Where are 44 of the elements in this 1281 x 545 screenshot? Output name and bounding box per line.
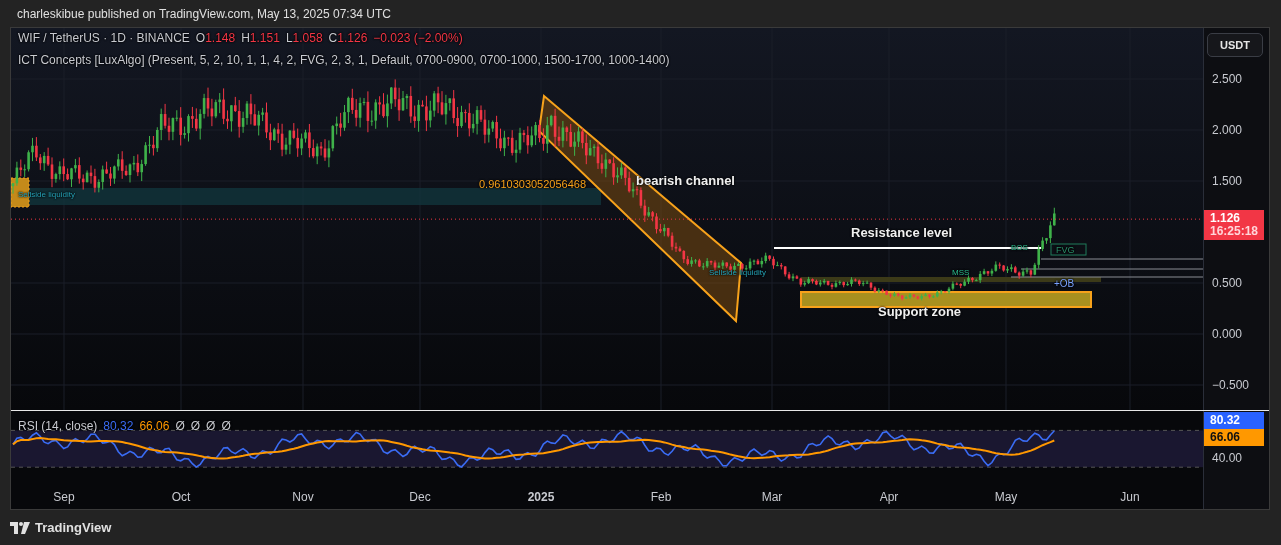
rsi-tick: 40.00 bbox=[1212, 451, 1243, 466]
chart-label: 0.9610303052056468 bbox=[479, 178, 587, 191]
time-label: Nov bbox=[292, 490, 314, 505]
price-change: −0.023 (−2.00%) bbox=[373, 31, 463, 45]
logo-text: TradingView bbox=[35, 520, 112, 535]
rsi-average: 66.06 bbox=[139, 419, 170, 434]
time-label: Feb bbox=[650, 490, 672, 505]
price-tick: 2.000 bbox=[1212, 123, 1243, 137]
currency-button[interactable]: USDT bbox=[1207, 33, 1263, 57]
chart-label: +OB bbox=[1054, 278, 1075, 290]
ohlc-value: O1.148 bbox=[195, 31, 236, 45]
symbol-title: WIF / TetherUS · 1D · BINANCE bbox=[18, 31, 190, 45]
empty-value: Ø bbox=[190, 419, 201, 434]
publish-info: charleskibue published on TradingView.com, May 13, 2025 07:34 UTC bbox=[17, 6, 391, 21]
price-tick: −0.500 bbox=[1212, 378, 1250, 392]
time-label: 2025 bbox=[527, 490, 555, 505]
last-price: 1.126 bbox=[1210, 212, 1242, 226]
ohlc-value: L1.058 bbox=[285, 31, 323, 45]
time-label: May bbox=[994, 490, 1018, 505]
chart-label: FVG bbox=[1056, 245, 1075, 256]
time-label: Dec bbox=[409, 490, 431, 505]
chart-label: Support zone bbox=[878, 305, 962, 320]
empty-value: Ø bbox=[206, 419, 216, 434]
indicator-title: ICT Concepts [LuxAlgo] (Present, 5, 2, 10, 1, 1, 4, 2, FVG, 2, 3, 1, Default, 0700-0900, 0700-1000, 1500-1700, 1000-1400) bbox=[18, 53, 670, 67]
empty-value: Ø bbox=[175, 419, 185, 434]
time-label: Mar bbox=[761, 490, 783, 505]
price-tick: 0.000 bbox=[1212, 327, 1243, 341]
time-label: Sep bbox=[53, 490, 75, 505]
rsi-tag-value: 80.32 bbox=[1210, 414, 1242, 428]
time-label: Apr bbox=[879, 490, 899, 505]
price-tick: 1.500 bbox=[1212, 174, 1243, 188]
price-tick: 0.500 bbox=[1212, 276, 1243, 290]
time-label: Oct bbox=[171, 490, 191, 505]
ohlc-value: C1.126 bbox=[328, 31, 368, 45]
empty-value: Ø bbox=[221, 419, 231, 434]
rsi-title: RSI (14, close) bbox=[18, 419, 98, 434]
price-tick: 2.500 bbox=[1212, 72, 1243, 86]
rsi-value: 80.32 bbox=[103, 419, 134, 434]
countdown-timer: 16:25:18 bbox=[1210, 225, 1258, 239]
chart-label: MSS bbox=[952, 268, 970, 278]
ohlc-value: H1.151 bbox=[241, 31, 280, 45]
time-label: Jun bbox=[1120, 490, 1140, 505]
rsi-average-tag-value: 66.06 bbox=[1210, 431, 1242, 445]
chart-label: Resistance level bbox=[851, 226, 953, 241]
